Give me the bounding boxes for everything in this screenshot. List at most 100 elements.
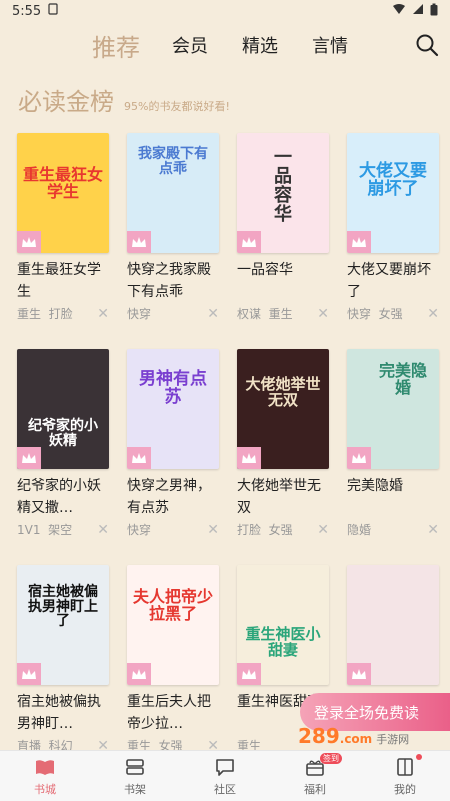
crown-icon (127, 447, 151, 469)
book-title[interactable]: 大佬她举世无双 (237, 475, 329, 519)
book-cover[interactable]: 完美隐婚 (347, 349, 439, 469)
crown-icon (17, 447, 41, 469)
book-title[interactable]: 重生最狂女学生 (17, 259, 109, 303)
book-card[interactable]: 纪爷家的小妖精 纪爷家的小妖精又撒… 1V1 架空 ✕ (17, 349, 109, 538)
book-open-icon (34, 756, 56, 781)
tab-recommend[interactable]: 推荐 (92, 28, 140, 63)
book-title[interactable]: 纪爷家的小妖精又撒… (17, 475, 109, 519)
dismiss-icon[interactable]: ✕ (317, 306, 329, 322)
nav-community[interactable]: 社区 (190, 756, 260, 797)
crown-icon (127, 231, 151, 253)
section-subtitle: 95%的书友都说好看! (124, 100, 230, 113)
book-cover[interactable]: 大佬又要崩坏了 (347, 133, 439, 253)
dismiss-icon[interactable]: ✕ (427, 522, 439, 538)
dismiss-icon[interactable]: ✕ (207, 522, 219, 538)
cover-title: 宿主她被偏执男神盯上了 (28, 584, 98, 630)
book-tag: 女强 (268, 523, 293, 537)
crown-icon (347, 231, 371, 253)
book-title[interactable]: 宿主她被偏执男神盯… (17, 691, 109, 735)
book-title[interactable]: 快穿之我家殿下有点乖 (127, 259, 219, 303)
cover-title: 重生最狂女学生 (23, 165, 104, 201)
nav-profile[interactable]: 我的 (370, 753, 440, 797)
book-tags: 重生 打脸 ✕ (17, 305, 109, 322)
nav-welfare[interactable]: 签到 福利 (280, 752, 350, 797)
dismiss-icon[interactable]: ✕ (97, 522, 109, 538)
book-cover[interactable] (347, 565, 439, 685)
crown-icon (237, 447, 261, 469)
book-tag: 快穿 (347, 307, 372, 321)
bookshelf-icon (124, 756, 146, 781)
book-title[interactable]: 完美隐婚 (347, 475, 439, 519)
book-cover[interactable]: 男神有点苏 (127, 349, 219, 469)
watermark-number: 289 (298, 724, 340, 748)
book-card[interactable]: 一品容华 一品容华 权谋 重生 ✕ (237, 133, 329, 322)
nav-label: 书架 (124, 782, 146, 796)
cover-title: 完美隐婚 (378, 361, 427, 397)
book-title[interactable]: 重生后夫人把帝少拉… (127, 691, 219, 735)
nav-bookstore[interactable]: 书城 (10, 756, 80, 797)
nav-label: 书城 (34, 782, 56, 796)
book-tag: 打脸 (48, 307, 73, 321)
dismiss-icon[interactable]: ✕ (207, 306, 219, 322)
cover-title: 一品容华 (274, 147, 292, 225)
book-tags: 权谋 重生 ✕ (237, 305, 329, 322)
signal-icon (412, 3, 424, 19)
promo-text: 登录全场免费读 (314, 703, 420, 722)
book-tag: 重生 (17, 307, 42, 321)
bottom-nav: 书城 书架 社区 签到 福利 我的 (0, 750, 450, 801)
book-cover[interactable]: 纪爷家的小妖精 (17, 349, 109, 469)
cover-title: 纪爷家的小妖精 (28, 418, 98, 449)
book-tag: 1V1 (17, 523, 41, 537)
tab-featured[interactable]: 精选 (242, 32, 278, 58)
profile-book-icon (394, 756, 416, 781)
book-card[interactable]: 大佬又要崩坏了 大佬又要崩坏了 快穿 女强 ✕ (347, 133, 439, 322)
watermark-cn: 手游网 (376, 733, 410, 746)
crown-icon (237, 663, 261, 685)
book-card[interactable]: 我家殿下有点乖 快穿之我家殿下有点乖 快穿 ✕ (127, 133, 219, 322)
book-card[interactable]: 宿主她被偏执男神盯上了 宿主她被偏执男神盯… 直播 科幻 ✕ (17, 565, 109, 754)
crown-icon (127, 663, 151, 685)
nav-label: 我的 (394, 782, 416, 796)
nav-label: 社区 (214, 782, 236, 796)
section-header: 必读金榜 95%的书友都说好看! (18, 82, 230, 117)
book-cover[interactable]: 宿主她被偏执男神盯上了 (17, 565, 109, 685)
dismiss-icon[interactable]: ✕ (97, 306, 109, 322)
dismiss-icon[interactable]: ✕ (427, 306, 439, 322)
book-tag: 架空 (48, 523, 73, 537)
book-card[interactable]: 重生最狂女学生 重生最狂女学生 重生 打脸 ✕ (17, 133, 109, 322)
book-tags: 快穿 ✕ (127, 305, 219, 322)
wifi-icon (392, 3, 406, 19)
book-card[interactable]: 大佬她举世无双 大佬她举世无双 打脸 女强 ✕ (237, 349, 329, 538)
book-title[interactable]: 一品容华 (237, 259, 329, 303)
book-cover[interactable]: 大佬她举世无双 (237, 349, 329, 469)
book-title[interactable]: 大佬又要崩坏了 (347, 259, 439, 303)
book-card[interactable]: 男神有点苏 快穿之男神，有点苏 快穿 ✕ (127, 349, 219, 538)
crown-icon (237, 231, 261, 253)
book-tag: 权谋 (237, 307, 262, 321)
book-card[interactable]: 夫人把帝少拉黑了 重生后夫人把帝少拉… 重生 女强 ✕ (127, 565, 219, 754)
book-tag: 女强 (378, 307, 403, 321)
category-tabs: 推荐 会员 精选 言情 (0, 22, 450, 68)
book-card[interactable]: 完美隐婚 完美隐婚 隐婚 ✕ (347, 349, 439, 538)
book-cover[interactable]: 我家殿下有点乖 (127, 133, 219, 253)
book-card[interactable] (347, 565, 439, 685)
notification-dot (416, 753, 422, 760)
section-title: 必读金榜 (18, 88, 114, 116)
nav-label: 福利 (304, 782, 326, 796)
nav-bookshelf[interactable]: 书架 (100, 756, 170, 797)
tab-member[interactable]: 会员 (172, 32, 208, 58)
book-title[interactable]: 快穿之男神，有点苏 (127, 475, 219, 519)
book-cover[interactable]: 重生最狂女学生 (17, 133, 109, 253)
search-icon[interactable] (414, 32, 440, 58)
tab-romance[interactable]: 言情 (312, 32, 348, 58)
book-cover[interactable]: 重生神医小甜妻 (237, 565, 329, 685)
cover-title: 重生神医小甜妻 (245, 625, 321, 659)
watermark: 289.com 手游网 (298, 724, 410, 748)
book-tag: 隐婚 (347, 523, 372, 537)
book-tag: 快穿 (127, 307, 152, 321)
dismiss-icon[interactable]: ✕ (317, 522, 329, 538)
book-cover[interactable]: 一品容华 (237, 133, 329, 253)
status-bar: 5:55 (0, 0, 450, 22)
book-cover[interactable]: 夫人把帝少拉黑了 (127, 565, 219, 685)
book-tag: 快穿 (127, 523, 152, 537)
